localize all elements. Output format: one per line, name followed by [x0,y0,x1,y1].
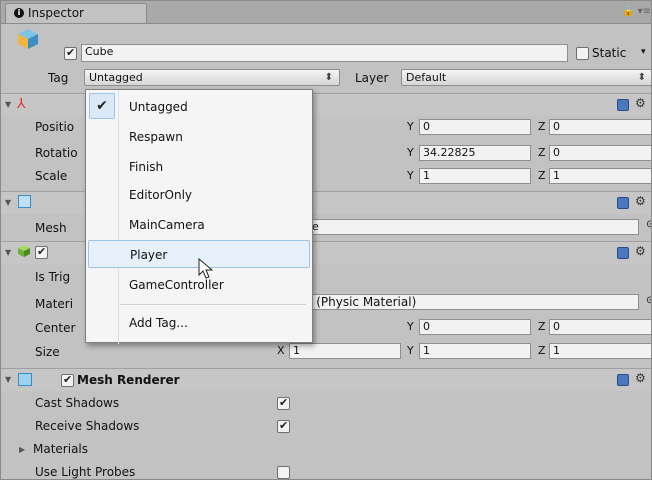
mesh-renderer-header[interactable]: ▼ Mesh Renderer ⚙ [1,368,651,391]
material-field[interactable]: e (Physic Material) [301,294,639,310]
gear-icon[interactable]: ⚙ [635,194,646,208]
center-label: Center [35,321,76,335]
tag-label: Tag [48,71,69,85]
tab-inspector-label: Inspector [28,6,84,20]
help-icon[interactable] [617,99,629,111]
menu-item-label: Respawn [129,130,183,144]
object-name-field[interactable]: Cube [81,44,568,62]
cast-shadows-checkbox[interactable] [277,396,290,410]
mouse-cursor-icon [198,258,214,279]
size-z-field[interactable]: 1 [549,343,651,359]
scale-z-field[interactable]: 1 [549,168,651,184]
mesh-filter-icon [18,195,31,208]
gear-icon[interactable]: ⚙ [635,244,646,258]
axis-y-label: Y [407,120,414,133]
popup-arrows-icon: ⬍ [637,72,646,83]
lock-menu-icon[interactable]: 🔒 ▾≡ [622,6,651,17]
center-z-field[interactable]: 0 [549,319,651,335]
layer-label: Layer [355,71,389,85]
layer-popup[interactable]: Default ⬍ [401,69,651,86]
static-label: Static [592,46,627,60]
foldout-arrow-icon[interactable]: ▼ [5,100,11,109]
static-dropdown-icon[interactable]: ▾ [641,47,646,57]
menu-item-maincamera[interactable]: MainCamera [86,211,312,239]
menu-item-label: EditorOnly [129,188,192,202]
menu-item-label: Untagged [129,100,188,114]
menu-item-label: Player [130,248,168,262]
axis-z-label: Z [538,146,546,159]
material-label: Materi [35,297,74,311]
receive-shadows-label: Receive Shadows [35,419,140,433]
menu-item-label: Finish [129,160,164,174]
scale-y-field[interactable]: 1 [419,168,531,184]
position-z-field[interactable]: 0 [549,119,651,135]
use-light-probes-checkbox[interactable] [277,466,290,479]
inspector-window: i Inspector 🔒 ▾≡ Cube Static ▾ Tag Untag… [0,0,652,480]
gear-icon[interactable]: ⚙ [635,371,646,385]
tag-popup-value: Untagged [89,71,143,84]
tab-inspector[interactable]: i Inspector [5,3,147,23]
box-collider-enabled-checkbox[interactable] [35,245,48,259]
menu-item-label: MainCamera [129,218,205,232]
center-y-field[interactable]: 0 [419,319,531,335]
mesh-label: Mesh [35,221,67,235]
object-picker-icon[interactable]: ⊙ [646,219,651,230]
receive-shadows-checkbox[interactable] [277,419,290,433]
scale-label: Scale [35,169,68,183]
mesh-renderer-icon [18,373,32,386]
rotation-y-field[interactable]: 34.22825 [419,145,531,161]
axis-y-label: Y [407,344,414,357]
help-icon[interactable] [617,247,629,259]
menu-item-add-tag[interactable]: Add Tag... [86,309,312,337]
layer-popup-value: Default [406,71,447,84]
use-light-probes-label: Use Light Probes [35,465,136,479]
menu-separator [120,304,306,305]
is-trigger-label: Is Trig [35,270,71,284]
gear-icon[interactable]: ⚙ [635,96,646,110]
active-checkbox[interactable] [64,46,77,60]
mesh-renderer-enabled-checkbox[interactable] [61,373,74,387]
tag-dropdown-menu: ✔ Untagged Respawn Finish EditorOnly Mai… [85,89,313,344]
static-checkbox[interactable] [576,47,589,60]
menu-item-editoronly[interactable]: EditorOnly [86,181,312,209]
menu-item-label: Add Tag... [129,316,188,330]
axis-x-label: X [277,344,285,357]
axis-z-label: Z [538,344,546,357]
menu-item-untagged[interactable]: Untagged [86,93,312,121]
box-collider-icon [17,244,31,258]
cube-icon [17,27,38,49]
tag-popup[interactable]: Untagged ⬍ [84,69,340,86]
cast-shadows-label: Cast Shadows [35,396,120,410]
rotation-label: Rotatio [35,146,78,160]
materials-foldout-icon[interactable]: ▶ [19,445,25,454]
mesh-renderer-title: Mesh Renderer [77,373,180,387]
axis-y-label: Y [407,146,414,159]
help-icon[interactable] [617,374,629,386]
info-icon: i [14,8,24,18]
popup-arrows-icon: ⬍ [324,72,333,83]
menu-item-finish[interactable]: Finish [86,153,312,181]
mesh-field[interactable]: be [301,219,639,235]
foldout-arrow-icon[interactable]: ▼ [5,248,11,257]
size-label: Size [35,345,60,359]
position-label: Positio [35,120,75,134]
axis-z-label: Z [538,320,546,333]
foldout-arrow-icon[interactable]: ▼ [5,375,11,384]
help-icon[interactable] [617,197,629,209]
rotation-z-field[interactable]: 0 [549,145,651,161]
axis-z-label: Z [538,120,546,133]
position-y-field[interactable]: 0 [419,119,531,135]
foldout-arrow-icon[interactable]: ▼ [5,198,11,207]
tab-bar: i Inspector 🔒 ▾≡ [1,1,651,24]
materials-label[interactable]: Materials [33,441,88,457]
axis-y-label: Y [407,320,414,333]
size-x-field[interactable]: 1 [289,343,401,359]
object-picker-icon[interactable]: ⊙ [646,295,651,306]
axis-z-label: Z [538,169,546,182]
axis-y-label: Y [407,169,414,182]
size-y-field[interactable]: 1 [419,343,531,359]
menu-item-respawn[interactable]: Respawn [86,123,312,151]
transform-icon: ⅄ [17,96,26,112]
